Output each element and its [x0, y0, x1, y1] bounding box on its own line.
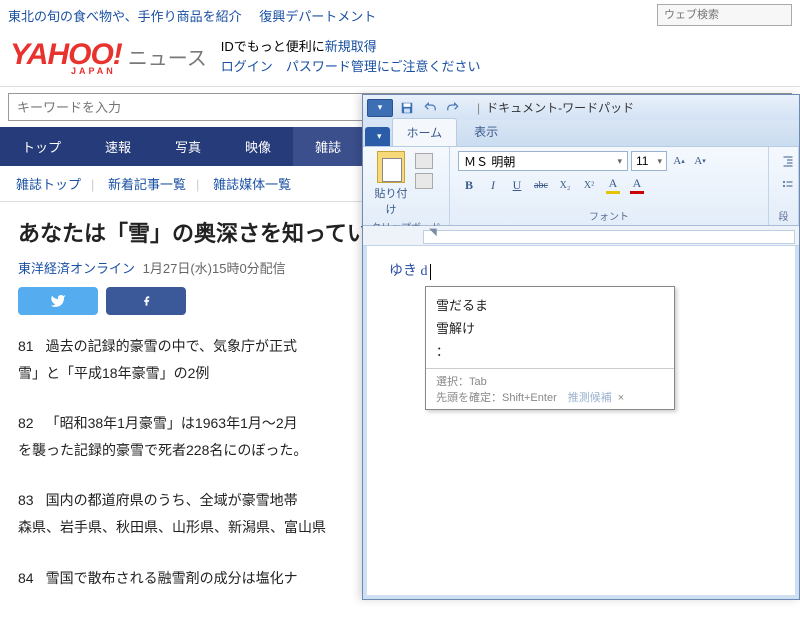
ime-candidate[interactable]: 雪解け: [436, 316, 664, 339]
underline-button[interactable]: U: [506, 175, 528, 195]
group-label-font: フォント: [458, 208, 760, 223]
save-icon: [400, 101, 414, 115]
font-size-select[interactable]: 11: [631, 151, 667, 171]
subtab-magazine-top[interactable]: 雑誌トップ: [16, 177, 81, 192]
tab-photo[interactable]: 写真: [153, 127, 223, 166]
sep: |: [91, 177, 94, 192]
grow-font-button[interactable]: A▴: [670, 151, 688, 171]
facebook-share-button[interactable]: [106, 287, 186, 315]
paste-label: 貼り付け: [371, 185, 411, 217]
para-text: 「昭和38年1月豪雪」は1963年1月〜2月: [46, 415, 298, 431]
promo-text[interactable]: 東北の旬の食べ物や、手作り商品を紹介: [8, 9, 242, 24]
twitter-share-button[interactable]: [18, 287, 98, 315]
yahoo-logo[interactable]: YAHOO! JAPAN: [10, 38, 122, 76]
para-num: 82: [18, 415, 34, 431]
para-text: 雪」と「平成18年豪雪」の2例: [18, 365, 209, 381]
paste-icon: [377, 151, 405, 183]
article-date: 1月27日(水)15時0分配信: [143, 261, 286, 276]
signup-link[interactable]: 新規取得: [325, 39, 377, 54]
group-label-paragraph: 段: [777, 208, 790, 223]
para-num: 81: [18, 338, 34, 354]
indent-decrease-button[interactable]: [777, 151, 799, 171]
para-text: 過去の記録的豪雪の中で、気象庁が正式: [46, 338, 297, 354]
undo-icon: [423, 101, 437, 115]
highlight-a: A: [609, 176, 618, 191]
app-menu-button[interactable]: [367, 99, 393, 117]
subscript-button[interactable]: X₂: [554, 175, 576, 195]
tab-top[interactable]: トップ: [0, 127, 83, 166]
tab-magazine[interactable]: 雑誌: [293, 127, 363, 166]
subtab-media-list[interactable]: 雑誌媒体一覧: [213, 177, 291, 192]
para-text: 雪国で散布される融雪剤の成分は塩化ナ: [46, 570, 298, 586]
copy-button[interactable]: [415, 173, 433, 189]
twitter-icon: [48, 293, 68, 309]
italic-button[interactable]: I: [482, 175, 504, 195]
color-swatch: [630, 191, 644, 194]
tab-video[interactable]: 映像: [223, 127, 293, 166]
paste-button[interactable]: 貼り付け: [371, 151, 411, 217]
para-text: 森県、岩手県、秋田県、山形県、新潟県、富山県: [18, 519, 326, 535]
text-cursor: [430, 264, 431, 280]
ime-hint-select: 選択：Tab: [436, 373, 624, 389]
tab-breaking[interactable]: 速報: [83, 127, 153, 166]
password-note-link[interactable]: パスワード管理にご注意ください: [286, 59, 481, 74]
superscript-button[interactable]: X²: [578, 175, 600, 195]
titlebar[interactable]: | ドキュメント - ワードパッド: [363, 95, 799, 120]
font-size-value: 11: [636, 154, 648, 168]
sep: |: [477, 101, 480, 115]
font-color-button[interactable]: A: [626, 175, 648, 195]
ime-candidate[interactable]: ：: [436, 339, 664, 362]
para-text: を襲った記録的豪雪で死者228名にのぼった。: [18, 442, 307, 458]
group-font: ＭＳ 明朝 11 A▴ A▾ B I U abc X₂ X² A A フォント: [450, 147, 769, 225]
tab-home[interactable]: ホーム: [392, 118, 458, 146]
para-num: 84: [18, 570, 34, 586]
group-clipboard: 貼り付け クリップボード: [363, 147, 450, 225]
document-area[interactable]: ゆき d 雪だるま 雪解け ： 選択：Tab 先頭を確定：Shift+Enter…: [367, 246, 795, 595]
highlight-swatch: [606, 191, 620, 194]
ime-candidate-window: 雪だるま 雪解け ： 選択：Tab 先頭を確定：Shift+Enter 推測候補…: [425, 286, 675, 410]
font-name-value: ＭＳ 明朝: [464, 153, 515, 170]
highlight-color-button[interactable]: A: [602, 175, 624, 195]
window-title-app: ワードパッド: [562, 99, 634, 116]
promo-link[interactable]: 復興デパートメント: [259, 9, 376, 24]
ime-close-button[interactable]: ×: [618, 392, 624, 404]
group-paragraph: 段: [769, 147, 799, 225]
strikethrough-button[interactable]: abc: [530, 175, 552, 195]
save-button[interactable]: [397, 99, 417, 117]
ruler-indent-marker[interactable]: ◥: [429, 227, 437, 238]
ime-candidate[interactable]: 雪だるま: [436, 293, 664, 316]
login-link[interactable]: ログイン: [221, 59, 273, 74]
shrink-font-button[interactable]: A▾: [691, 151, 709, 171]
ruler[interactable]: ◥: [363, 226, 799, 246]
redo-button[interactable]: [443, 99, 463, 117]
article-source[interactable]: 東洋経済オンライン: [18, 261, 135, 276]
login-line1: IDでもっと便利に: [221, 39, 325, 54]
sep: |: [196, 177, 199, 192]
list-button[interactable]: [777, 175, 799, 195]
cut-button[interactable]: [415, 153, 433, 169]
para-num: 83: [18, 492, 34, 508]
bold-button[interactable]: B: [458, 175, 480, 195]
typed-text: ゆき d: [389, 264, 428, 279]
redo-icon: [446, 101, 460, 115]
indent-icon: [781, 155, 795, 167]
facebook-icon: [141, 292, 152, 310]
tab-view[interactable]: 表示: [459, 117, 513, 146]
window-title-doc: ドキュメント: [486, 99, 558, 116]
file-tab[interactable]: [365, 127, 390, 146]
para-text: 国内の都道府県のうち、全域が豪雪地帯: [46, 492, 298, 508]
undo-button[interactable]: [420, 99, 440, 117]
wordpad-window: | ドキュメント - ワードパッド ホーム 表示 貼り付け クリップボード: [362, 94, 800, 600]
color-a: A: [633, 176, 642, 191]
news-label: ニュース: [128, 42, 207, 71]
ime-prediction-link[interactable]: 推測候補: [568, 392, 612, 404]
list-icon: [781, 179, 795, 191]
font-name-select[interactable]: ＭＳ 明朝: [458, 151, 628, 171]
ime-hint-confirm: 先頭を確定：Shift+Enter: [436, 392, 557, 404]
web-search-input[interactable]: [657, 4, 792, 26]
subtab-new-articles[interactable]: 新着記事一覧: [108, 177, 186, 192]
